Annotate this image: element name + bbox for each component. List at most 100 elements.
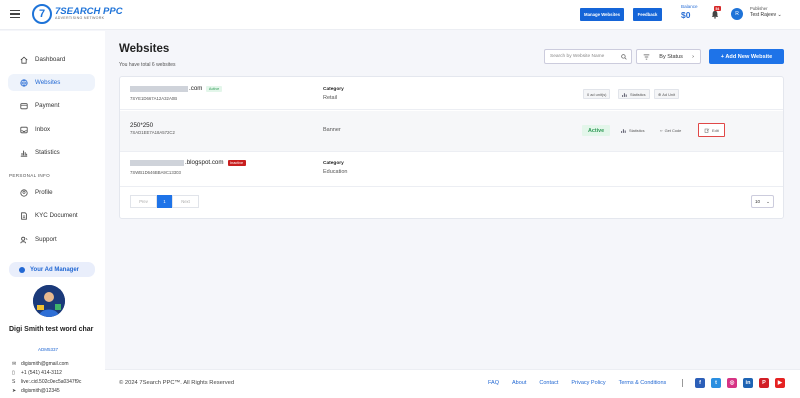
sidebar-item-label: Websites xyxy=(35,79,61,86)
next-page-button[interactable]: Next xyxy=(172,195,199,208)
sidebar-item-dashboard[interactable]: Dashboard xyxy=(8,51,95,68)
search-input[interactable]: Search by Website Name xyxy=(544,49,632,64)
twitter-icon[interactable]: t xyxy=(711,378,721,388)
document-icon xyxy=(21,211,27,220)
contact-phone: ▯ +1 (541) 414-3112 xyxy=(12,370,62,376)
sidebar-item-inbox[interactable]: Inbox xyxy=(8,121,95,138)
filter-icon xyxy=(643,54,650,59)
statistics-button[interactable]: Statistics xyxy=(618,125,648,135)
table-row: .com Active 7SYE1D667A12A32A0B Category … xyxy=(120,77,783,110)
sidebar-item-websites[interactable]: Websites xyxy=(8,74,95,91)
page-title: Websites xyxy=(119,43,170,55)
ad-manager-button[interactable]: Your Ad Manager xyxy=(9,262,95,277)
skype-icon: S xyxy=(12,379,16,385)
edit-button[interactable]: Edit xyxy=(698,123,725,137)
chart-icon xyxy=(621,128,626,133)
home-icon xyxy=(20,56,28,64)
manager-name: Digi Smith test word char xyxy=(9,326,94,333)
ad-unit-name[interactable]: 250*250 xyxy=(130,122,153,129)
footer-link-faq[interactable]: FAQ xyxy=(488,380,499,386)
footer-link-terms[interactable]: Terms & Conditions xyxy=(619,380,667,386)
bell-icon[interactable] xyxy=(711,10,719,19)
chart-icon xyxy=(622,92,627,97)
category-value: Retail xyxy=(323,95,338,101)
per-page-select[interactable]: 10 ⌄ xyxy=(751,195,774,208)
edit-icon xyxy=(704,128,710,133)
sidebar-item-label: Inbox xyxy=(35,126,51,133)
sidebar-item-kyc[interactable]: KYC Document xyxy=(8,207,95,224)
youtube-icon[interactable]: ▶ xyxy=(775,378,785,388)
facebook-icon[interactable]: f xyxy=(695,378,705,388)
ad-unit-id: 7SAD1EE7A18A572C2 xyxy=(130,130,175,135)
ad-manager-label: Your Ad Manager xyxy=(30,266,80,273)
chart-icon xyxy=(20,150,28,157)
ad-units-count[interactable]: 0 ad unit(s) xyxy=(583,89,611,99)
sidebar-item-label: KYC Document xyxy=(35,212,78,219)
logo-tagline: ADVERTISING NETWORK xyxy=(55,16,105,21)
sidebar-item-statistics[interactable]: Statistics xyxy=(8,144,95,161)
wallet-icon xyxy=(20,102,28,109)
category-value: Banner xyxy=(323,127,341,133)
manage-websites-button[interactable]: Manage Websites xyxy=(580,8,624,21)
instagram-icon[interactable]: ◎ xyxy=(727,378,737,388)
telegram-icon: ➤ xyxy=(12,388,17,394)
feedback-button[interactable]: Feedback xyxy=(633,8,662,21)
sidebar: Dashboard Websites Payment Inbox Statist… xyxy=(0,31,105,398)
search-icon xyxy=(621,53,627,60)
search-placeholder: Search by Website Name xyxy=(550,54,605,59)
page-subtitle: You have total 6 websites xyxy=(119,62,176,68)
website-name[interactable]: .blogspot.com Inactive xyxy=(130,159,246,166)
pagination: Prev 1 Next xyxy=(130,195,199,208)
sidebar-item-profile[interactable]: Profile xyxy=(8,184,95,201)
sidebar-item-support[interactable]: Support xyxy=(8,231,95,248)
menu-icon[interactable] xyxy=(10,10,20,18)
code-icon: ‹› xyxy=(660,127,663,133)
notification-badge: 54 xyxy=(714,6,721,11)
balance-value: $0 xyxy=(681,9,691,20)
prev-page-button[interactable]: Prev xyxy=(130,195,157,208)
get-code-button[interactable]: ‹› Get Code xyxy=(657,125,684,135)
user-role: Publisher xyxy=(750,6,768,11)
statistics-button[interactable]: Statistics xyxy=(618,89,650,99)
table-row: .blogspot.com Inactive 7SWB1D646BBA9C133… xyxy=(120,153,783,187)
balance-display: Balance $0 xyxy=(681,4,698,20)
footer-link-contact[interactable]: Contact xyxy=(539,380,558,386)
social-links: f t ◎ in P ▶ xyxy=(695,378,791,388)
sidebar-item-label: Profile xyxy=(35,189,53,196)
logo-name: 7SEARCH PPC xyxy=(55,5,123,17)
inbox-icon xyxy=(20,126,28,133)
sidebar-item-label: Support xyxy=(35,236,57,243)
add-website-button[interactable]: + Add New Website xyxy=(709,49,784,64)
contact-email: ✉ digismith@gmail.com xyxy=(12,361,69,367)
manager-avatar xyxy=(33,285,65,317)
category-label: Category xyxy=(323,161,344,166)
footer: © 2024 7Search PPC™. All Rights Reserved… xyxy=(105,369,800,398)
table-row: 250*250 7SAD1EE7A18A572C2 Banner Active … xyxy=(120,111,783,152)
user-name: Test Rajeev ⌄ xyxy=(750,12,782,19)
page-button[interactable]: 1 xyxy=(157,195,172,208)
status-filter-label: By Status xyxy=(659,53,683,60)
logo[interactable]: 7 7SEARCH PPC ADVERTISING NETWORK xyxy=(32,4,123,24)
logo-mark: 7 xyxy=(32,4,52,24)
footer-link-about[interactable]: About xyxy=(512,380,526,386)
user-avatar[interactable]: R xyxy=(731,8,743,20)
linkedin-icon[interactable]: in xyxy=(743,378,753,388)
chevron-down-icon: ⌄ xyxy=(766,198,770,204)
sidebar-item-payment[interactable]: Payment xyxy=(8,97,95,114)
user-menu[interactable]: Publisher Test Rajeev ⌄ xyxy=(750,6,782,19)
category-label: Category xyxy=(323,87,344,92)
copyright: © 2024 7Search PPC™. All Rights Reserved xyxy=(119,380,235,386)
website-name[interactable]: .com Active xyxy=(130,85,222,92)
status-filter-button[interactable]: By Status › xyxy=(636,49,701,64)
user-icon xyxy=(20,188,28,197)
divider xyxy=(682,379,683,387)
pinterest-icon[interactable]: P xyxy=(759,378,769,388)
sidebar-item-label: Dashboard xyxy=(35,56,66,63)
contact-skype: Slive:.cid.502c0ec5a0347f9c xyxy=(12,379,82,385)
contact-telegram: ➤ digismith@12345 xyxy=(12,388,60,394)
sidebar-item-label: Payment xyxy=(35,102,60,109)
ad-unit-button[interactable]: ⊕ Ad Unit xyxy=(654,89,680,99)
top-header: 7 7SEARCH PPC ADVERTISING NETWORK Manage… xyxy=(0,0,800,30)
redacted-text xyxy=(130,85,188,92)
footer-link-privacy[interactable]: Privacy Policy xyxy=(571,380,605,386)
